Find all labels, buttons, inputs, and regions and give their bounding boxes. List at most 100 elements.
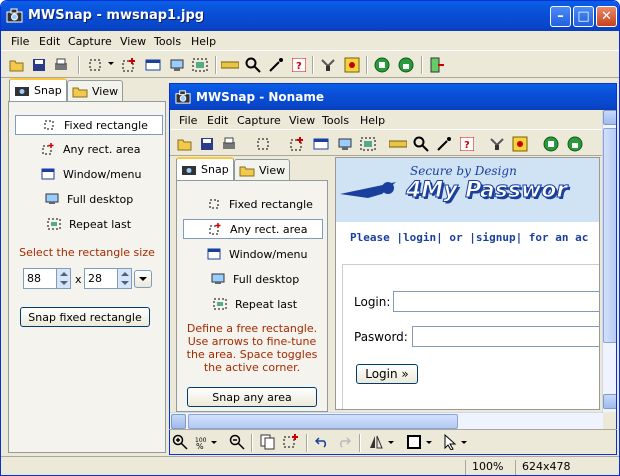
zoom-percent-icon[interactable]: 100% [193, 433, 211, 451]
menu-edit[interactable]: Edit [39, 35, 60, 48]
any-rect-icon[interactable] [120, 56, 138, 74]
tab-view-label: View [92, 84, 119, 98]
record-icon[interactable] [373, 56, 391, 74]
captured-vscroll-thumb [603, 128, 616, 343]
snap-panel: Fixed rectangle Any rect. area Window/me… [8, 101, 166, 453]
desktop-icon[interactable] [168, 56, 186, 74]
menu-file[interactable]: File [11, 35, 29, 48]
fixed-rect-icon [209, 199, 219, 209]
repeat-icon[interactable] [191, 56, 209, 74]
option-full-desktop[interactable]: Full desktop [15, 189, 163, 209]
captured-menu-tools: Tools [322, 114, 350, 127]
title-bar[interactable]: MWSnap - mwsnap1.jpg – □ ✕ [1, 1, 619, 31]
height-field[interactable]: 28 [84, 268, 118, 289]
fixed-rect-icon[interactable] [86, 56, 104, 74]
menu-help[interactable]: Help [191, 35, 216, 48]
zoom-in-icon[interactable] [171, 433, 189, 451]
login-signup-links: Please |login| or |signup| for an ac [350, 231, 589, 244]
repeat-icon [359, 135, 377, 153]
options-icon[interactable] [319, 56, 337, 74]
settings-icon[interactable] [343, 56, 361, 74]
eyedropper-icon [435, 135, 453, 153]
status-bar: 100% 624x478 [1, 456, 619, 475]
close-button[interactable]: ✕ [596, 6, 617, 27]
captured-login-button: Login » [356, 364, 418, 384]
open-icon[interactable] [8, 56, 26, 74]
copy-icon[interactable] [259, 433, 277, 451]
magnifier-icon [412, 135, 430, 153]
brand-banner: Secure by Design 4My Passwor [336, 158, 599, 222]
captured-tab-snap: Snap [176, 157, 234, 180]
captured-option-any-rect: Any rect. area [183, 219, 323, 239]
record-icon [542, 135, 560, 153]
menu-tools[interactable]: Tools [154, 35, 181, 48]
any-rect-icon [288, 135, 306, 153]
snap-fixed-rectangle-button[interactable]: Snap fixed rectangle [20, 307, 150, 327]
height-stepper[interactable] [117, 268, 132, 289]
option-any-rect[interactable]: Any rect. area [15, 139, 163, 159]
crop-icon[interactable] [282, 433, 300, 451]
image-size: 624x478 [515, 460, 619, 475]
option-window-menu[interactable]: Window/menu [15, 164, 163, 184]
border-icon[interactable] [405, 433, 423, 451]
captured-snap-panel: Fixed rectangle Any rect. area Window/me… [176, 180, 328, 412]
captured-menu-view: View [289, 114, 316, 127]
pointer-icon[interactable] [441, 433, 459, 451]
captured-option-fixed: Fixed rectangle [183, 194, 323, 214]
eyedropper-icon[interactable] [267, 56, 285, 74]
login-label: Login: [354, 295, 391, 309]
option-fixed-rectangle[interactable]: Fixed rectangle [15, 115, 163, 135]
option-repeat-last[interactable]: Repeat last [15, 214, 163, 234]
redo-icon[interactable] [335, 433, 353, 451]
captured-menu-edit: Edit [207, 114, 229, 127]
menu-view[interactable]: View [120, 35, 146, 48]
width-field[interactable]: 88 [23, 268, 57, 289]
save-icon [198, 135, 216, 153]
help-icon[interactable]: ? [290, 56, 308, 74]
maximize-button[interactable]: □ [573, 6, 594, 27]
fixed-rect-icon [44, 120, 54, 130]
any-rect-icon [42, 143, 54, 155]
window-icon[interactable] [144, 56, 162, 74]
captured-hint: Define a free rectangle. Use arrows to f… [186, 322, 318, 374]
minimize-button[interactable]: – [550, 6, 571, 27]
tab-view[interactable]: View [67, 80, 123, 101]
captured-menu-bar: File Edit Capture View Tools Help [170, 110, 616, 130]
menu-bar: File Edit Capture View Tools Help [1, 31, 619, 51]
ruler-icon[interactable] [221, 56, 239, 74]
tab-snap-label: Snap [34, 84, 62, 97]
zoom-out-icon[interactable] [228, 433, 246, 451]
magnifier-icon[interactable] [244, 56, 262, 74]
width-stepper[interactable] [56, 268, 71, 289]
camera-icon [182, 166, 196, 175]
help-icon: ? [458, 135, 476, 153]
captured-web-content: Secure by Design 4My Passwor Please |log… [335, 157, 600, 410]
settings-icon [511, 135, 529, 153]
zoom-level: 100% [465, 460, 515, 475]
camera-icon [175, 90, 191, 104]
print-icon[interactable] [52, 56, 70, 74]
menu-capture[interactable]: Capture [68, 35, 112, 48]
scroll-down-icon [603, 394, 616, 409]
svg-text:?: ? [296, 61, 302, 72]
tab-snap[interactable]: Snap [9, 78, 67, 101]
flip-icon[interactable] [367, 433, 385, 451]
by-label: x [75, 273, 82, 286]
undo-icon[interactable] [313, 433, 331, 451]
captured-option-repeat: Repeat last [183, 294, 323, 314]
folder-icon [72, 87, 88, 97]
tagline: Secure by Design [410, 164, 517, 178]
captured-password-input [412, 326, 599, 347]
repeat-icon [213, 298, 227, 310]
size-dropdown[interactable] [134, 270, 152, 288]
brand-name: 4My Passwor [405, 178, 568, 204]
print-icon [220, 135, 238, 153]
captured-hscroll-thumb [188, 414, 458, 429]
lock-icon[interactable] [397, 56, 415, 74]
window-title: MWSnap - mwsnap1.jpg [28, 8, 205, 23]
captured-menu-capture: Capture [237, 114, 281, 127]
exit-icon[interactable] [428, 56, 446, 74]
zoom-toolbar: 100% [169, 429, 617, 453]
save-icon[interactable] [30, 56, 48, 74]
svg-text:?: ? [464, 140, 470, 151]
